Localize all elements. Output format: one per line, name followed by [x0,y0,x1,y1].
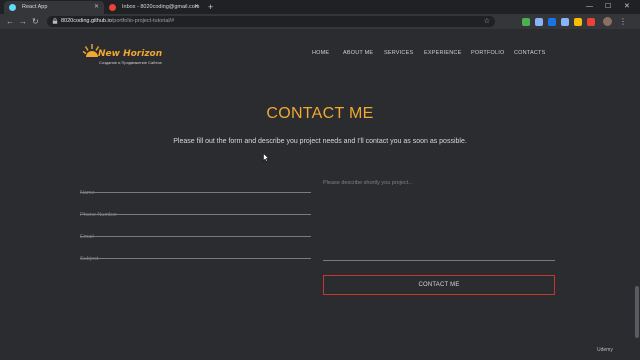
address-bar[interactable]: 8020coding.github.io/portfolio-project-t… [47,16,495,27]
nav-contacts[interactable]: CONTACTS [514,50,545,56]
maximize-icon[interactable]: ☐ [605,0,611,13]
url-host: 8020coding.github.io [61,18,112,24]
tab-title: Inbox - 8020coding@gmail.com [122,4,200,10]
extension-icon[interactable] [548,18,556,26]
section-subtitle: Please fill out the form and describe yo… [173,138,467,145]
close-tab-icon[interactable]: ✕ [194,1,199,13]
phone-field[interactable] [80,203,311,221]
forward-icon[interactable]: → [19,15,27,28]
nav-portfolio[interactable]: PORTFOLIO [471,50,504,56]
tab-title: React App [22,4,48,10]
browser-toolbar: ← → ↻ 8020coding.github.io/portfolio-pro… [0,14,640,29]
message-textarea[interactable] [323,180,555,260]
email-input[interactable] [80,231,311,243]
lock-icon [52,18,58,24]
profile-avatar[interactable] [603,17,612,26]
phone-input[interactable] [80,209,311,221]
extension-icon[interactable] [535,18,543,26]
page-content: New Horizon Создание и Продвижение Сайто… [0,29,640,360]
url-text: 8020coding.github.io/portfolio-project-t… [61,16,174,27]
brand-tagline: Создание и Продвижение Сайтов [99,60,162,65]
browser-tab-bar: React App ✕ Inbox - 8020coding@gmail.com… [0,0,640,14]
nav-services[interactable]: SERVICES [384,50,413,56]
react-favicon-icon [9,4,16,11]
tab-inbox[interactable]: Inbox - 8020coding@gmail.com ✕ [104,1,204,14]
mouse-cursor-icon [263,153,269,162]
minimize-icon[interactable]: — [586,0,593,13]
gmail-favicon-icon [109,4,116,11]
subject-field[interactable] [80,247,311,265]
url-path: /portfolio-project-tutorial/# [111,18,175,24]
brand-name: New Horizon [98,49,163,59]
name-field[interactable] [80,181,311,199]
nav-about-me[interactable]: ABOUT ME [343,50,373,56]
tab-react-app[interactable]: React App ✕ [4,1,104,14]
bookmark-star-icon[interactable]: ☆ [484,16,490,27]
reload-icon[interactable]: ↻ [32,15,39,28]
back-icon[interactable]: ← [6,15,14,28]
close-tab-icon[interactable]: ✕ [94,1,99,13]
browser-menu-icon[interactable]: ⋮ [619,15,627,28]
close-window-icon[interactable]: ✕ [624,0,630,13]
extension-icon[interactable] [561,18,569,26]
name-input[interactable] [80,187,311,199]
nav-experience[interactable]: EXPERIENCE [424,50,461,56]
section-title: CONTACT ME [266,105,374,122]
contact-me-button[interactable]: CONTACT ME [323,275,555,295]
udemy-watermark: Udemy [597,347,613,353]
nav-home[interactable]: HOME [312,50,329,56]
new-tab-icon[interactable]: + [208,1,213,13]
extension-icon[interactable] [574,18,582,26]
subject-input[interactable] [80,253,311,265]
site-logo[interactable]: New Horizon Создание и Продвижение Сайто… [82,41,162,67]
email-field[interactable] [80,225,311,243]
message-field[interactable] [323,180,555,261]
extension-icon[interactable] [587,18,595,26]
extension-icon[interactable] [522,18,530,26]
scrollbar-thumb[interactable] [635,286,639,338]
